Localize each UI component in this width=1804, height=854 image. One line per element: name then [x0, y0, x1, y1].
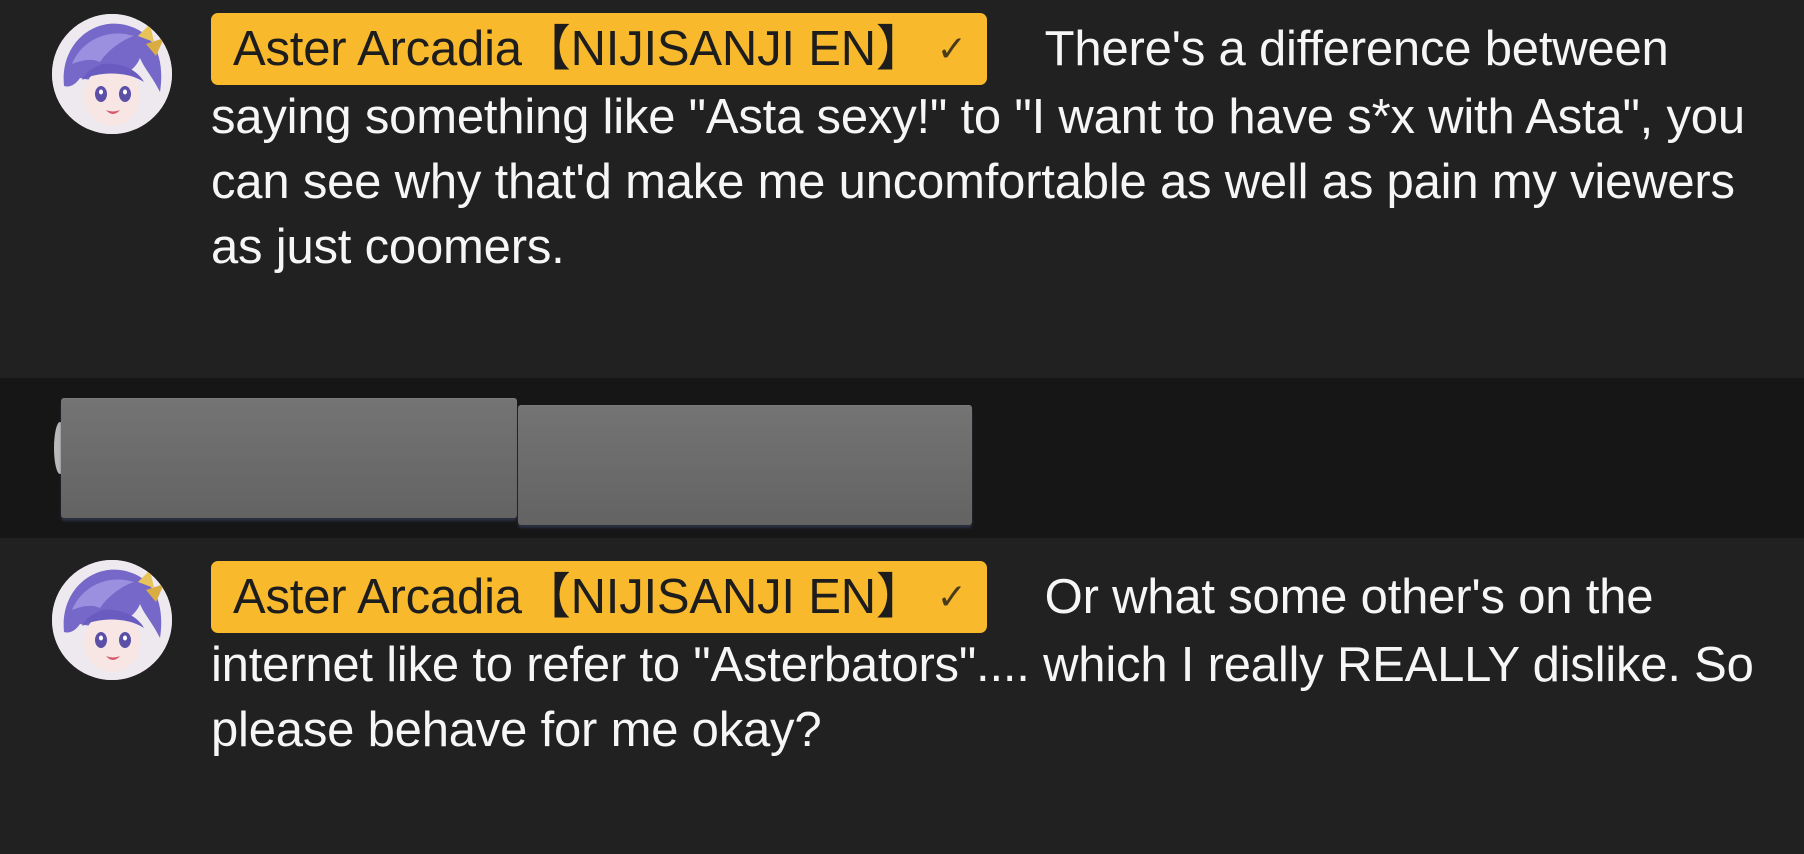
message-content: Aster Arcadia【NIJISANJI EN】 ✓ Or what some… [211, 561, 1771, 763]
author-name: Aster Arcadia【NIJISANJI EN】 [233, 22, 925, 76]
author-name: Aster Arcadia【NIJISANJI EN】 [233, 570, 925, 624]
chat-message: Aster Arcadia【NIJISANJI EN】 ✓ There's a di… [0, 0, 1804, 378]
verified-check-icon: ✓ [936, 28, 967, 69]
verified-check-icon: ✓ [936, 576, 967, 617]
avatar[interactable] [52, 14, 172, 134]
redaction-box [518, 405, 972, 525]
author-badge[interactable]: Aster Arcadia【NIJISANJI EN】 ✓ [211, 13, 987, 85]
message-content: Aster Arcadia【NIJISANJI EN】 ✓ There's a di… [211, 13, 1771, 280]
chat-message: Aster Arcadia【NIJISANJI EN】 ✓ Or what some… [0, 538, 1804, 854]
avatar-image [52, 560, 172, 680]
avatar[interactable] [52, 560, 172, 680]
redaction-box [61, 398, 517, 518]
avatar-image [52, 14, 172, 134]
author-badge[interactable]: Aster Arcadia【NIJISANJI EN】 ✓ [211, 561, 987, 633]
